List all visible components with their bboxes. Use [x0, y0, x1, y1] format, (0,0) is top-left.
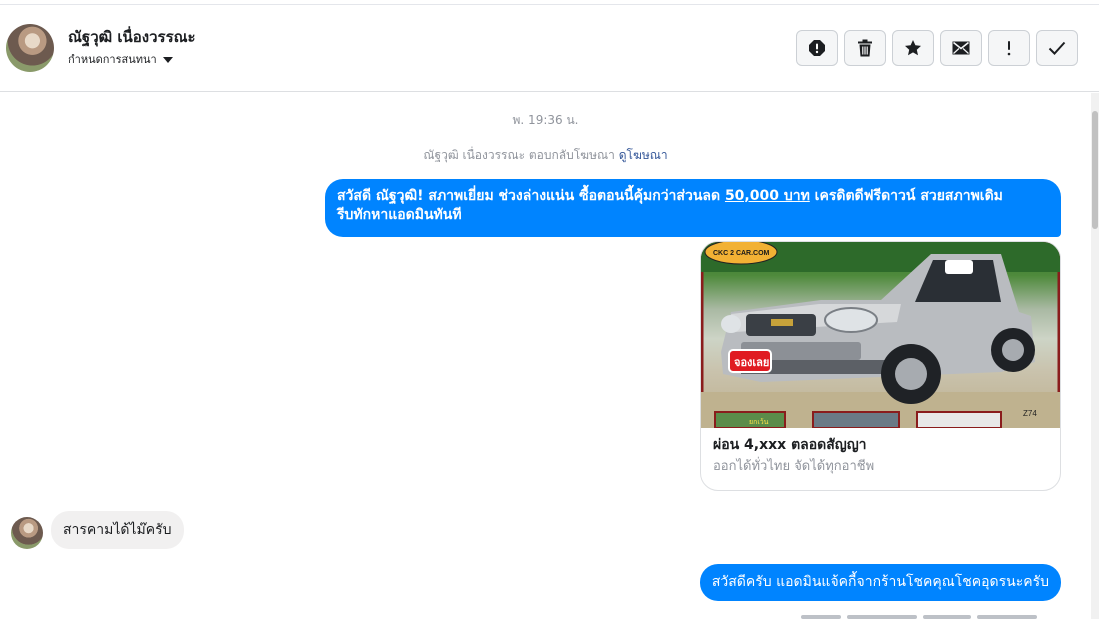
checkmark-icon [1048, 41, 1066, 55]
alert-circle-icon [809, 40, 825, 56]
conversation-label-dropdown[interactable]: กำหนดการสนทนา [68, 50, 173, 68]
header-actions [796, 30, 1078, 66]
outgoing-message[interactable]: สวัสดี ณัฐวุฒิ! สภาพเยี่ยม ช่วงล่างแน่น … [325, 179, 1061, 237]
ad-image[interactable]: CKC 2 CAR.COM จองเลย Z74 ยกเว้น [701, 242, 1060, 428]
ad-logo-text: CKC 2 CAR.COM [713, 250, 770, 257]
contact-avatar[interactable] [6, 24, 54, 72]
message-line: สวัสดี ณัฐวุฒิ! สภาพเยี่ยม ช่วงล่างแน่น … [337, 187, 1049, 206]
partially-visible-message [801, 615, 1061, 619]
ad-card[interactable]: CKC 2 CAR.COM จองเลย Z74 ยกเว้น ผ่อน 4,x… [700, 241, 1061, 491]
sender-avatar[interactable] [11, 517, 43, 549]
outgoing-message[interactable]: สวัสดีครับ แอดมินแจ้คกี้จากร้านโชคคุณโชค… [699, 564, 1061, 601]
message-text: เครดิตดีฟรีดาวน์ สวยสภาพเดิม [809, 188, 1003, 204]
conversation-label-text: กำหนดการสนทนา [68, 53, 157, 66]
contact-name[interactable]: ณัฐวุฒิ เนื่องวรรณะ [68, 25, 196, 49]
important-button[interactable] [988, 30, 1030, 66]
trash-icon [858, 39, 872, 57]
star-icon [905, 40, 921, 56]
ad-reply-notice: ณัฐวุฒิ เนื่องวรรณะ ตอบกลับโฆษณา ดูโฆษณา [0, 146, 1091, 165]
message-timestamp: พ. 19:36 น. [512, 113, 579, 127]
ad-sub-tag: ยกเว้น [749, 418, 769, 426]
delete-button[interactable] [844, 30, 886, 66]
message-thread[interactable]: พ. 19:36 น. ณัฐวุฒิ เนื่องวรรณะ ตอบกลับโ… [0, 93, 1091, 619]
ad-card-title[interactable]: ผ่อน 4,xxx ตลอดสัญญา [713, 434, 867, 456]
ad-card-subtitle: ออกได้ทั่วไทย จัดได้ทุกอาชีพ [713, 459, 875, 474]
thread-scrollbar-thumb[interactable] [1092, 111, 1098, 229]
envelope-icon [952, 41, 970, 55]
pickup-truck-photo: CKC 2 CAR.COM จองเลย Z74 ยกเว้น [701, 242, 1060, 428]
conversation-header: ณัฐวุฒิ เนื่องวรรณะ กำหนดการสนทนา [0, 5, 1099, 92]
ad-reply-text: ณัฐวุฒิ เนื่องวรรณะ ตอบกลับโฆษณา [423, 148, 615, 162]
view-ad-link[interactable]: ดูโฆษณา [619, 148, 668, 162]
discount-amount: 50,000 บาท [724, 188, 810, 204]
ad-badge-text: จองเลย [734, 356, 769, 369]
ad-code-text: Z74 [1023, 409, 1037, 418]
caret-down-icon [162, 56, 173, 63]
message-text: สวัสดี ณัฐวุฒิ! สภาพเยี่ยม ช่วงล่างแน่น … [337, 188, 725, 204]
mark-unread-button[interactable] [940, 30, 982, 66]
star-button[interactable] [892, 30, 934, 66]
mark-done-button[interactable] [1036, 30, 1078, 66]
spam-button[interactable] [796, 30, 838, 66]
incoming-message[interactable]: สารคามได้ไม๊ครับ [51, 511, 184, 549]
message-line: รีบทักหาแอดมินทันที [337, 207, 462, 223]
exclamation-icon [1007, 41, 1011, 56]
